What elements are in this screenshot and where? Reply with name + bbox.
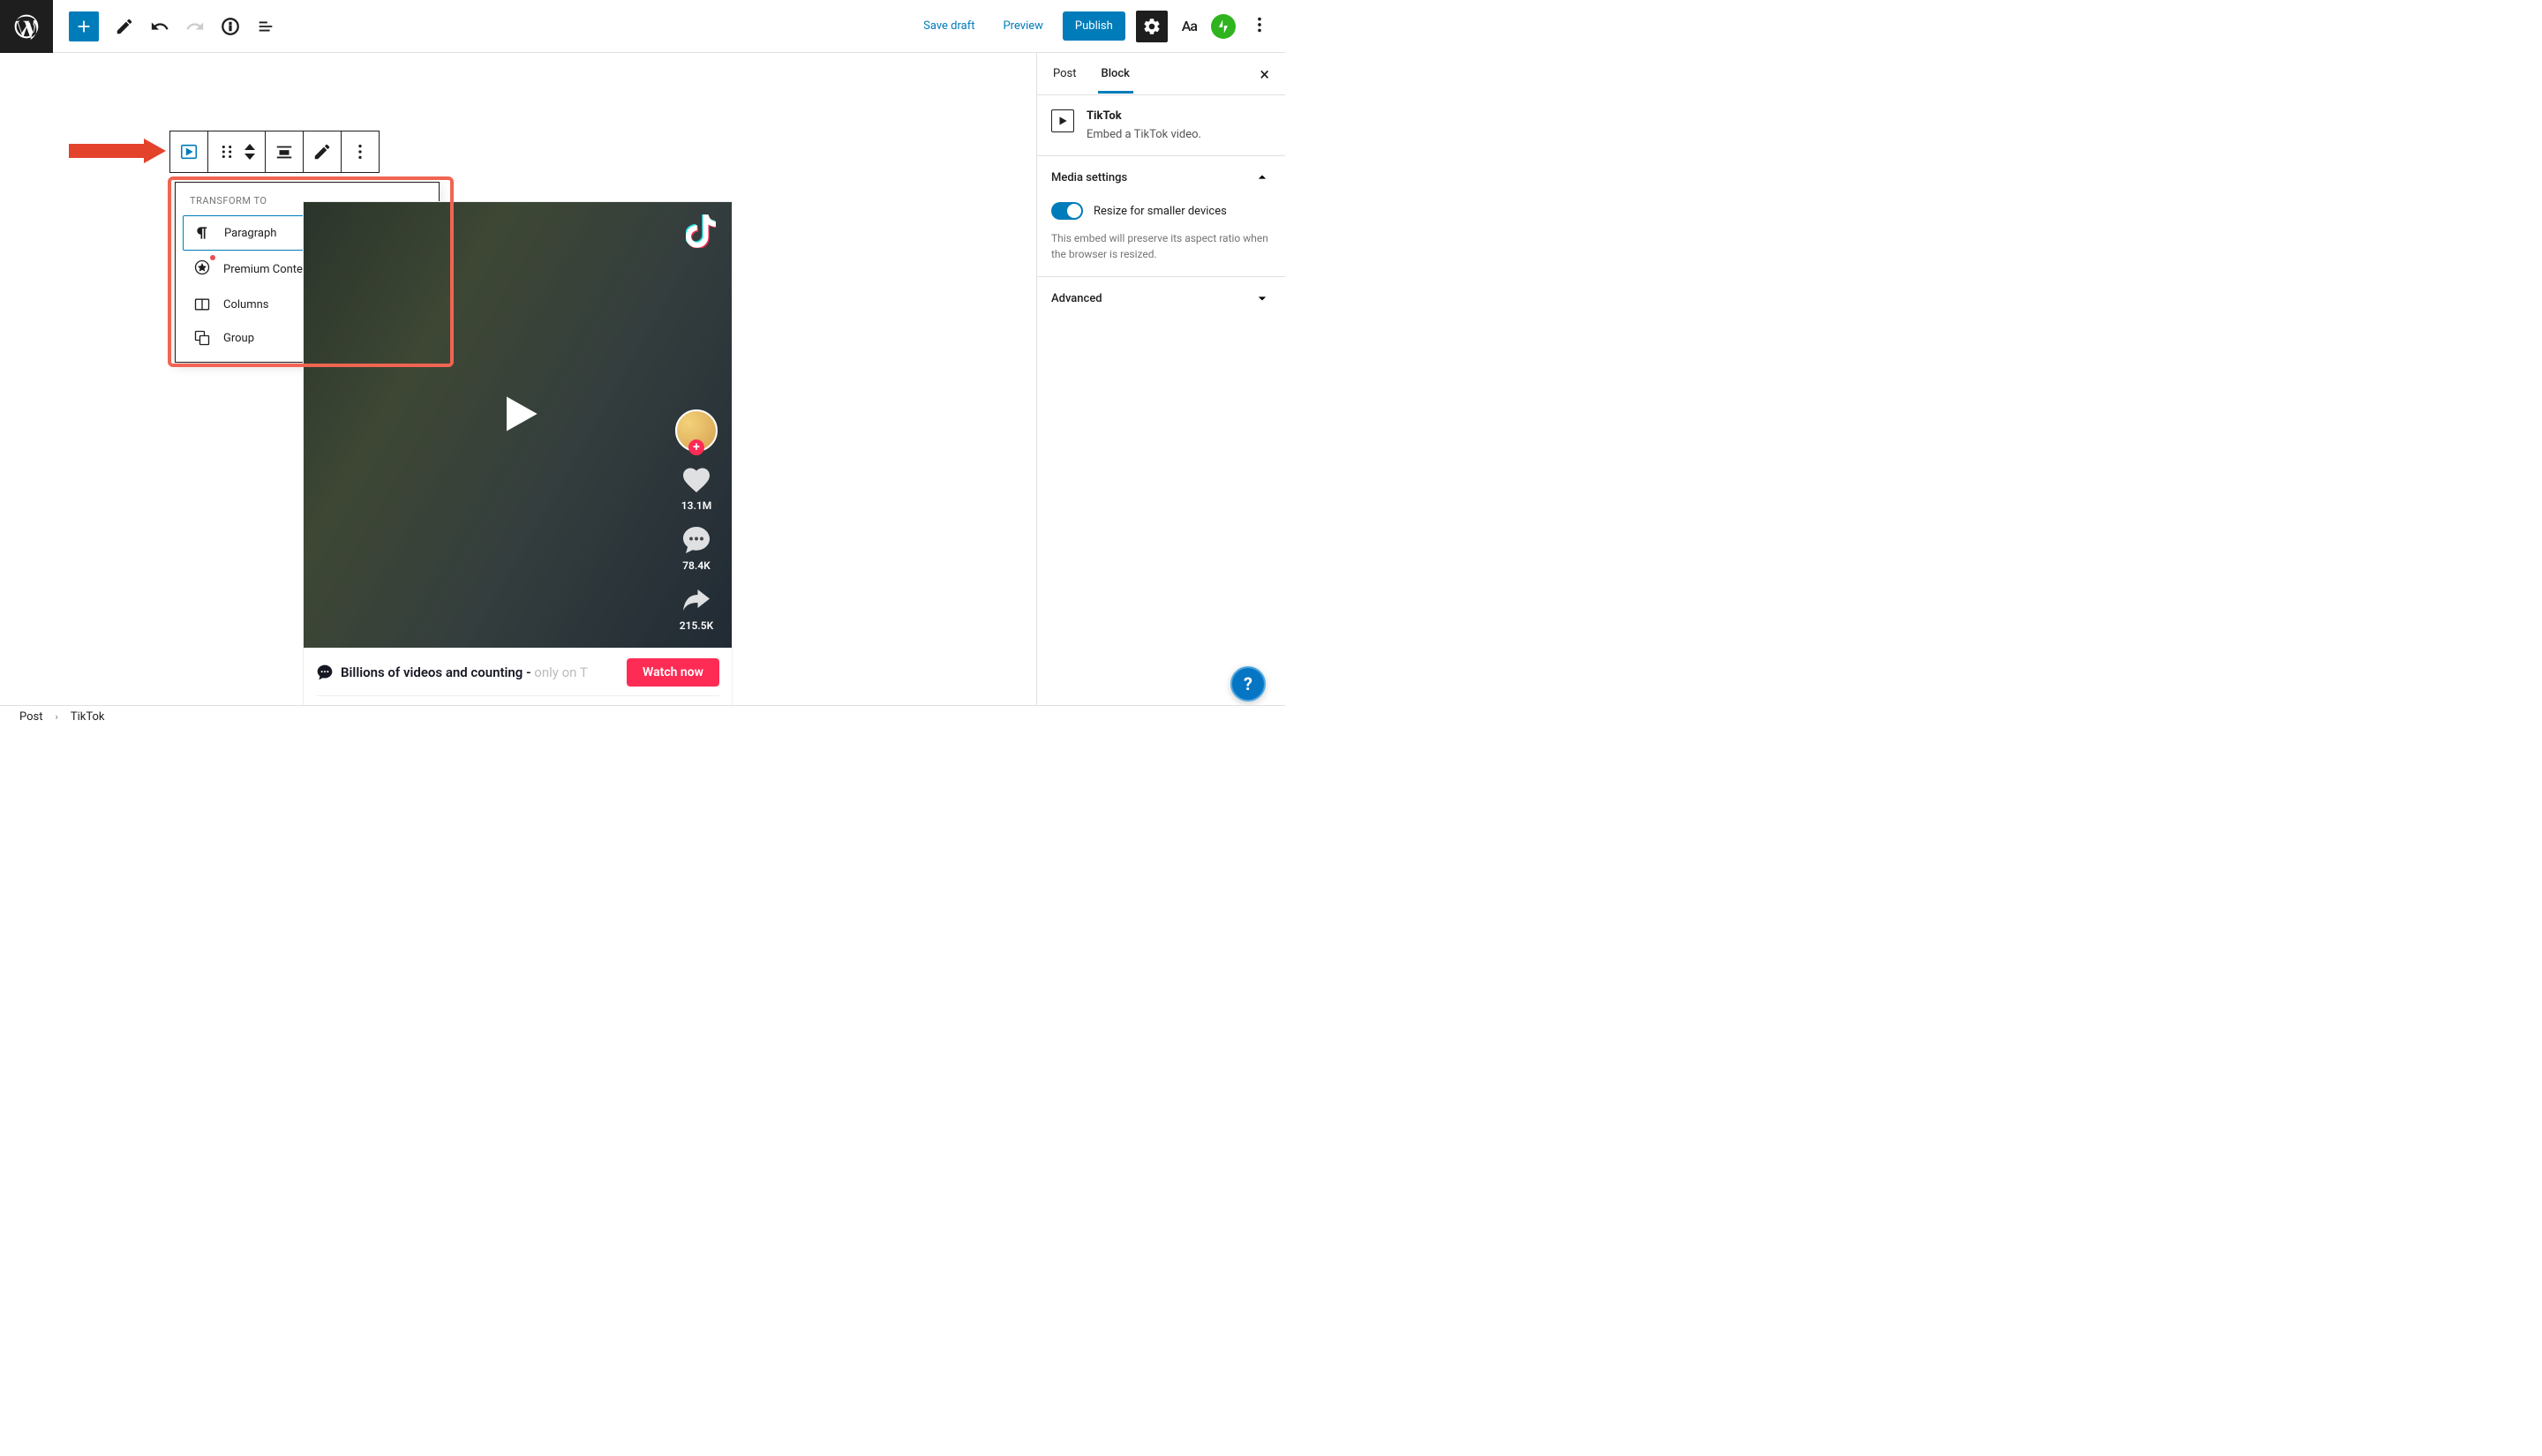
tab-block[interactable]: Block	[1089, 55, 1142, 93]
typography-button[interactable]: Aa	[1178, 14, 1200, 38]
block-move-arrows[interactable]	[244, 143, 256, 161]
resize-toggle[interactable]	[1051, 202, 1083, 220]
toolbar-right-group: Save draft Preview Publish Aa	[914, 11, 1285, 42]
jetpack-button[interactable]	[1211, 14, 1236, 39]
comment-icon	[681, 524, 712, 556]
more-menu-button[interactable]	[1246, 11, 1273, 41]
block-more-button[interactable]	[342, 131, 379, 172]
edit-mode-button[interactable]	[108, 10, 141, 43]
play-button-icon[interactable]	[495, 391, 541, 440]
resize-toggle-row: Resize for smaller devices	[1037, 199, 1285, 229]
block-info-panel: TikTok Embed a TikTok video.	[1037, 95, 1285, 155]
tiktok-side-actions: 13.1M 78.4K 215.5K	[675, 409, 718, 632]
outline-button[interactable]	[249, 10, 282, 43]
resize-toggle-label: Resize for smaller devices	[1094, 205, 1227, 218]
preview-button[interactable]: Preview	[994, 12, 1051, 40]
editor-canvas[interactable]: Transform to Paragraph Premium Content C…	[0, 53, 1036, 713]
advanced-section-header[interactable]: Advanced	[1037, 277, 1285, 319]
callout-arrow-icon	[69, 137, 166, 165]
heart-icon	[681, 464, 712, 496]
save-draft-button[interactable]: Save draft	[914, 12, 983, 40]
wordpress-logo[interactable]	[0, 0, 53, 53]
resize-help-text: This embed will preserve its aspect rati…	[1037, 229, 1285, 276]
premium-icon	[193, 259, 211, 280]
tiktok-avatar[interactable]	[675, 409, 718, 452]
block-edit-button[interactable]	[304, 131, 342, 172]
media-settings-header[interactable]: Media settings	[1037, 156, 1285, 199]
watch-now-button[interactable]: Watch now	[627, 658, 719, 687]
settings-sidebar: Post Block × TikTok Embed a TikTok video…	[1036, 53, 1285, 713]
tiktok-share-stat[interactable]: 215.5K	[680, 584, 713, 632]
tiktok-video-preview[interactable]: 13.1M 78.4K 215.5K	[304, 202, 732, 648]
tiktok-logo-icon	[686, 214, 716, 251]
block-align-button[interactable]	[266, 131, 304, 172]
chevron-right-icon: ›	[56, 711, 58, 723]
block-drag-handle[interactable]	[208, 131, 266, 172]
block-name: TikTok	[1087, 109, 1201, 123]
workspace: Transform to Paragraph Premium Content C…	[0, 53, 1285, 713]
block-icon	[1051, 109, 1074, 132]
columns-icon	[193, 296, 211, 313]
add-block-button[interactable]	[69, 11, 99, 41]
group-icon	[193, 329, 211, 347]
toolbar-left-group	[53, 10, 282, 43]
paragraph-icon	[194, 224, 212, 242]
tiktok-banner: Billions of videos and counting - only o…	[316, 658, 719, 696]
tab-post[interactable]: Post	[1041, 55, 1089, 93]
close-sidebar-button[interactable]: ×	[1247, 55, 1282, 94]
breadcrumb-post[interactable]: Post	[19, 710, 43, 724]
chevron-down-icon	[1253, 289, 1271, 307]
breadcrumb-tiktok[interactable]: TikTok	[71, 710, 105, 724]
block-description: Embed a TikTok video.	[1087, 128, 1201, 141]
tiktok-comment-stat[interactable]: 78.4K	[681, 524, 712, 572]
chevron-up-icon	[1253, 169, 1271, 186]
breadcrumb: Post › TikTok	[0, 705, 1285, 728]
help-button[interactable]: ?	[1230, 666, 1266, 702]
info-button[interactable]	[214, 10, 247, 43]
block-toolbar	[169, 131, 380, 173]
share-icon	[681, 584, 712, 616]
tiktok-embed-block[interactable]: 13.1M 78.4K 215.5K Billions	[303, 201, 733, 713]
settings-button[interactable]	[1136, 11, 1168, 42]
tiktok-footer: Billions of videos and counting - only o…	[304, 648, 732, 713]
advanced-section: Advanced	[1037, 276, 1285, 319]
block-type-button[interactable]	[170, 131, 208, 172]
redo-button[interactable]	[178, 10, 212, 43]
media-settings-section: Media settings Resize for smaller device…	[1037, 155, 1285, 276]
undo-button[interactable]	[143, 10, 177, 43]
editor-top-bar: Save draft Preview Publish Aa	[0, 0, 1285, 53]
publish-button[interactable]: Publish	[1063, 11, 1125, 41]
sidebar-tabs: Post Block ×	[1037, 53, 1285, 95]
speech-icon	[316, 664, 334, 681]
tiktok-like-stat[interactable]: 13.1M	[681, 464, 712, 512]
